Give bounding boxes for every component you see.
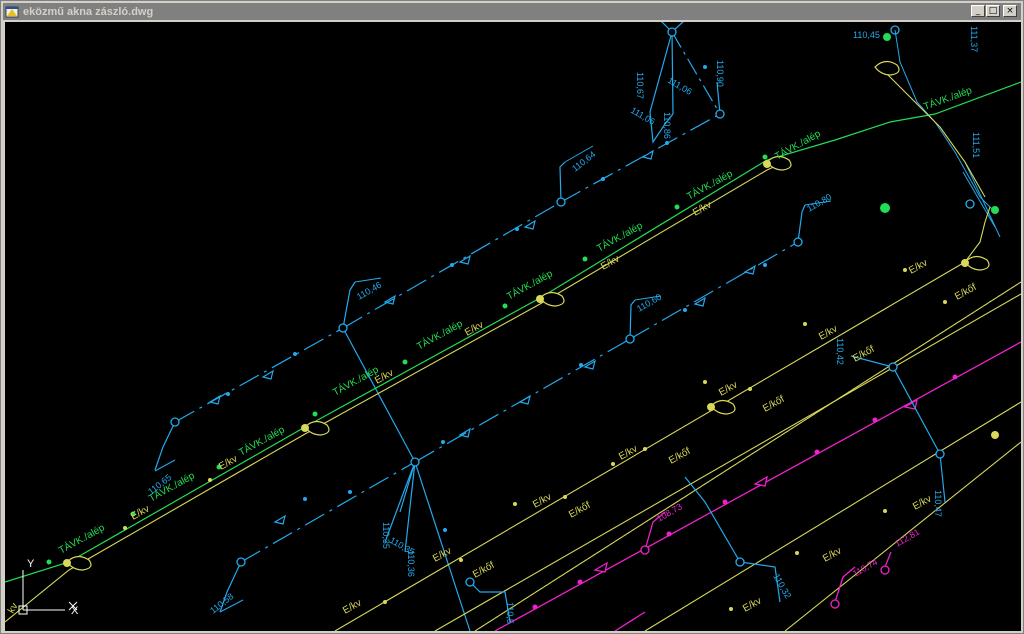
svg-text:110,42: 110,42 — [835, 338, 845, 365]
elevation-labels-magenta: 108,73 110,74 112,81 — [655, 501, 921, 578]
application-window: eközmű akna zászló.dwg _ □ × TÁVK./alép … — [0, 0, 1024, 634]
autocad-drawing-icon — [5, 6, 19, 17]
title-bar[interactable]: eközmű akna zászló.dwg _ □ × — [3, 3, 1021, 20]
svg-text:E/kőf: E/kőf — [761, 394, 786, 415]
svg-text:110,5: 110,5 — [505, 602, 515, 624]
svg-text:E/kv: E/kv — [217, 454, 239, 473]
green-telecom-line — [5, 81, 1021, 583]
svg-text:TÁVK./alép: TÁVK./alép — [236, 423, 287, 459]
svg-text:TÁVK./alép: TÁVK./alép — [414, 317, 465, 353]
svg-text:E/kőf: E/kőf — [567, 500, 592, 521]
svg-text:kv: kv — [6, 601, 21, 615]
svg-text:110,45: 110,45 — [853, 30, 880, 40]
svg-text:112,81: 112,81 — [893, 527, 921, 549]
svg-text:E/kv: E/kv — [907, 258, 929, 277]
blue-dots — [226, 65, 767, 532]
cad-drawing[interactable]: TÁVK./alép TÁVK./alép TÁVK./alép TÁVK./a… — [5, 22, 1021, 631]
svg-text:110,64: 110,64 — [570, 149, 597, 173]
svg-text:E/kv: E/kv — [129, 504, 151, 523]
svg-text:E/kv: E/kv — [691, 200, 713, 219]
svg-text:TÁVK./alép: TÁVK./alép — [330, 363, 381, 399]
svg-text:TÁVK./alép: TÁVK./alép — [772, 127, 823, 163]
blue-manholes — [170, 25, 975, 567]
label-underlines — [154, 145, 832, 613]
svg-text:TÁVK./alép: TÁVK./alép — [922, 83, 974, 113]
svg-text:108,73: 108,73 — [655, 501, 684, 523]
ucs-x-label: X — [71, 605, 79, 617]
blue-right-manholes — [465, 362, 945, 587]
svg-text:110,67: 110,67 — [635, 72, 645, 99]
svg-text:E/kőf: E/kőf — [953, 282, 978, 303]
svg-text:TÁVK./alép: TÁVK./alép — [56, 521, 107, 557]
svg-text:E/kv: E/kv — [341, 598, 363, 617]
svg-text:110,60: 110,60 — [635, 292, 663, 314]
maximize-button[interactable]: □ — [986, 5, 1000, 17]
svg-text:110,47: 110,47 — [933, 490, 943, 517]
minimize-button[interactable]: _ — [971, 5, 985, 17]
svg-text:E/kv: E/kv — [531, 492, 553, 511]
svg-text:110,32: 110,32 — [771, 572, 793, 600]
svg-text:E/kőf: E/kőf — [471, 560, 496, 581]
svg-text:E/kőf: E/kőf — [667, 446, 692, 467]
svg-text:111,51: 111,51 — [971, 132, 981, 158]
svg-text:E/kv: E/kv — [431, 546, 453, 565]
svg-text:110,36: 110,36 — [406, 550, 416, 577]
svg-text:111,06: 111,06 — [629, 105, 657, 127]
blue-flow-arrows — [208, 149, 756, 525]
magenta-gas-lines — [494, 341, 1021, 631]
ucs-axis-icon — [18, 570, 78, 615]
blue-right-connections — [469, 355, 946, 623]
svg-text:111,06: 111,06 — [666, 75, 694, 97]
svg-text:E/kv: E/kv — [821, 546, 843, 565]
yellow-equipment — [66, 60, 990, 571]
svg-text:E/kv: E/kv — [741, 596, 763, 615]
svg-text:110,74: 110,74 — [851, 557, 879, 579]
telecom-labels: TÁVK./alép TÁVK./alép TÁVK./alép TÁVK./a… — [56, 83, 974, 556]
svg-text:E/kv: E/kv — [911, 494, 933, 513]
ucs-y-label: Y — [27, 558, 35, 570]
svg-text:110,35: 110,35 — [381, 522, 391, 549]
svg-text:110,90: 110,90 — [715, 60, 725, 87]
window-title: eközmű akna zászló.dwg — [23, 5, 154, 18]
svg-text:110,58: 110,58 — [208, 591, 235, 615]
magenta-dots — [532, 374, 958, 610]
svg-text:111,37: 111,37 — [969, 26, 979, 52]
svg-text:110,46: 110,46 — [355, 280, 383, 302]
svg-text:110,86: 110,86 — [662, 112, 672, 139]
green-nodes — [46, 33, 999, 565]
drawing-canvas[interactable]: TÁVK./alép TÁVK./alép TÁVK./alép TÁVK./a… — [5, 22, 1021, 631]
svg-text:E/kv: E/kv — [599, 254, 621, 273]
power-labels: E/kv E/kv E/kv E/kv E/kv E/kv E/kv E/kv … — [6, 200, 979, 617]
close-button[interactable]: × — [1003, 5, 1017, 17]
blue-right-cable — [894, 29, 1001, 238]
magenta-nodes — [593, 398, 918, 609]
elevation-labels-blue: 110,64 110,46 110,65 110,58 110,60 110,8… — [146, 26, 981, 624]
